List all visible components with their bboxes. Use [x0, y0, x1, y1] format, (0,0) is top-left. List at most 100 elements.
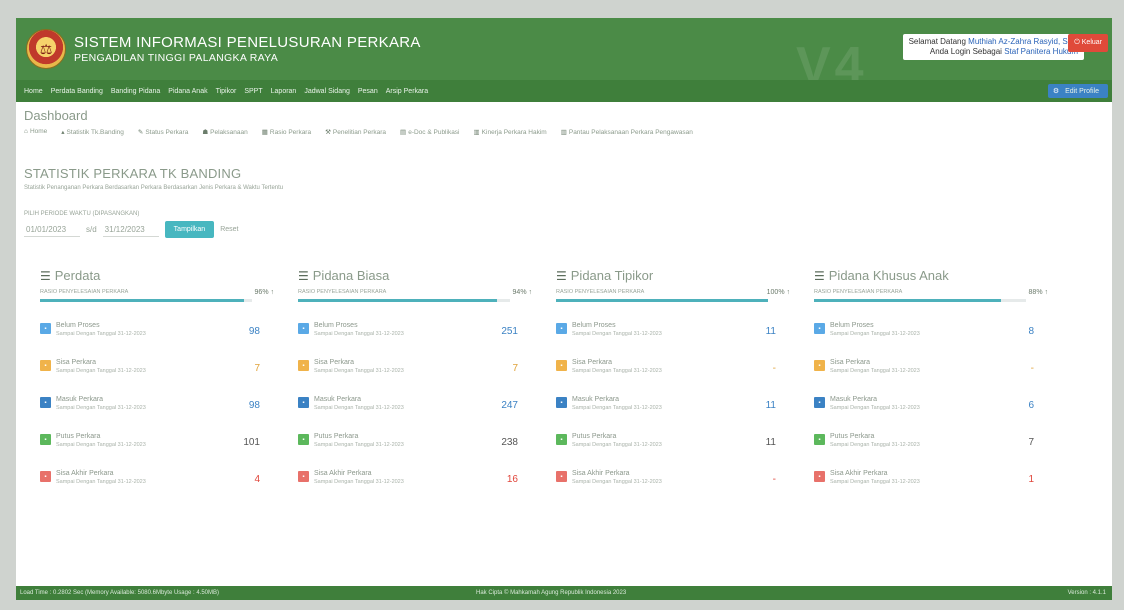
stat-value: 11 — [765, 400, 776, 411]
stat-item[interactable]: ▪ Belum Proses Sampai Dengan Tanggal 31-12… — [40, 322, 274, 359]
nav-item-pidana-anak[interactable]: Pidana Anak — [168, 88, 207, 95]
crumb-label: Pelaksanaan — [210, 129, 248, 136]
date-from-input[interactable]: 01/01/2023 — [24, 223, 80, 237]
date-to-input[interactable]: 31/12/2023 — [102, 223, 159, 237]
edit-profile-button[interactable]: ⚙ Edit Profile — [1047, 84, 1108, 98]
crumb-home[interactable]: ⌂ Home — [24, 128, 47, 136]
nav-item-arsip-perkara[interactable]: Arsip Perkara — [386, 88, 428, 95]
stat-item[interactable]: ▪ Sisa Perkara Sampai Dengan Tanggal 31-12… — [40, 359, 274, 396]
nav-item-home[interactable]: Home — [24, 88, 43, 95]
stat-item[interactable]: ▪ Sisa Akhir Perkara Sampai Dengan Tanggal… — [814, 470, 1048, 507]
stat-text: Putus Perkara Sampai Dengan Tanggal 31-12… — [830, 433, 920, 448]
stat-value: 16 — [506, 474, 518, 485]
stat-item[interactable]: ▪ Sisa Akhir Perkara Sampai Dengan Tanggal… — [298, 470, 532, 507]
stat-value: 101 — [243, 437, 260, 448]
stat-value: 98 — [248, 326, 260, 337]
user-name: Muthiah Az-Zahra Rasyid, S.H. — [968, 37, 1078, 46]
crumb-label: e-Doc & Publikasi — [408, 129, 460, 136]
logout-button[interactable]: ⏻ Keluar — [1068, 34, 1108, 52]
column-title-label: Perdata — [54, 268, 101, 283]
logout-label: Keluar — [1081, 39, 1102, 46]
rasio-percent-value: 100% — [766, 289, 785, 296]
nav-item-perdata-banding[interactable]: Perdata Banding — [51, 88, 103, 95]
stat-label: Sisa Perkara — [572, 359, 613, 366]
stat-item[interactable]: ▪ Masuk Perkara Sampai Dengan Tanggal 31-1… — [556, 396, 790, 433]
rasio-label: RASIO PENYELESAIAN PERKARA — [40, 289, 129, 295]
stat-sub: Sampai Dengan Tanggal 31-12-2023 — [830, 405, 920, 411]
stat-item[interactable]: ▪ Masuk Perkara Sampai Dengan Tanggal 31-1… — [814, 396, 1048, 433]
crumb-label: Status Perkara — [145, 129, 189, 136]
stat-item[interactable]: ▪ Sisa Akhir Perkara Sampai Dengan Tanggal… — [40, 470, 274, 507]
stat-label: Belum Proses — [56, 322, 100, 329]
nav-item-tipikor[interactable]: Tipikor — [216, 88, 237, 95]
stat-text: Masuk Perkara Sampai Dengan Tanggal 31-12… — [314, 396, 404, 411]
nav-item-pesan[interactable]: Pesan — [358, 88, 378, 95]
crumb-kinerja[interactable]: ▥ Kinerja Perkara Hakim — [474, 128, 547, 136]
stat-item[interactable]: ▪ Sisa Perkara Sampai Dengan Tanggal 31-12… — [814, 359, 1048, 396]
stat-marker-icon: ▪ — [40, 434, 51, 445]
crumb-label: Rasio Perkara — [269, 129, 312, 136]
stat-text: Sisa Perkara Sampai Dengan Tanggal 31-12-… — [830, 359, 920, 374]
version: Version : 4.1.1 — [1067, 590, 1106, 596]
stat-item[interactable]: ▪ Putus Perkara Sampai Dengan Tanggal 31-1… — [298, 433, 532, 470]
nav-item-jadwal-sidang[interactable]: Jadwal Sidang — [304, 88, 350, 95]
column-title: ☰ Pidana Tipikor — [556, 268, 790, 283]
stat-sub: Sampai Dengan Tanggal 31-12-2023 — [572, 442, 662, 448]
copyright: Hak Cipta © Mahkamah Agung Republik Indo… — [476, 590, 627, 596]
crumb-label: Penelitian Perkara — [332, 129, 387, 136]
stat-sub: Sampai Dengan Tanggal 31-12-2023 — [314, 479, 404, 485]
stat-value: 7 — [254, 363, 260, 374]
crumb-edoc[interactable]: ▤ e-Doc & Publikasi — [400, 128, 459, 136]
stat-text: Sisa Akhir Perkara Sampai Dengan Tanggal … — [314, 470, 404, 485]
stat-sub: Sampai Dengan Tanggal 31-12-2023 — [830, 368, 920, 374]
stat-sub: Sampai Dengan Tanggal 31-12-2023 — [56, 405, 146, 411]
stat-item[interactable]: ▪ Masuk Perkara Sampai Dengan Tanggal 31-1… — [298, 396, 532, 433]
stat-item[interactable]: ▪ Putus Perkara Sampai Dengan Tanggal 31-1… — [556, 433, 790, 470]
stat-item[interactable]: ▪ Masuk Perkara Sampai Dengan Tanggal 31-1… — [40, 396, 274, 433]
chart-icon: ▴ — [61, 129, 65, 136]
table-icon: ▦ — [261, 129, 268, 136]
crumb-label: Kinerja Perkara Hakim — [481, 129, 547, 136]
list-icon: ☰ — [814, 268, 825, 283]
stat-text: Sisa Perkara Sampai Dengan Tanggal 31-12-… — [314, 359, 404, 374]
stat-marker-icon: ▪ — [40, 360, 51, 371]
crumb-penelitian[interactable]: ⚒ Penelitian Perkara — [325, 128, 386, 136]
crumb-rasio[interactable]: ▦ Rasio Perkara — [262, 128, 311, 136]
rasio-label: RASIO PENYELESAIAN PERKARA — [814, 289, 903, 295]
nav-item-sppt[interactable]: SPPT — [244, 88, 262, 95]
stat-label: Putus Perkara — [56, 433, 101, 440]
stat-marker-icon: ▪ — [814, 434, 825, 445]
column-title: ☰ Perdata — [40, 268, 274, 283]
crumb-status[interactable]: ✎ Status Perkara — [138, 128, 188, 136]
stat-item[interactable]: ▪ Sisa Perkara Sampai Dengan Tanggal 31-12… — [298, 359, 532, 396]
stat-value: 11 — [765, 437, 776, 448]
stat-item[interactable]: ▪ Belum Proses Sampai Dengan Tanggal 31-12… — [556, 322, 790, 359]
document-icon: ▤ — [400, 129, 407, 136]
reset-link[interactable]: Reset — [220, 226, 238, 233]
crumb-pelaksanaan[interactable]: ☗ Pelaksanaan — [202, 128, 247, 136]
rasio-progress — [40, 299, 252, 302]
stat-sub: Sampai Dengan Tanggal 31-12-2023 — [572, 368, 662, 374]
stat-item[interactable]: ▪ Putus Perkara Sampai Dengan Tanggal 31-1… — [814, 433, 1048, 470]
stat-value: - — [1030, 363, 1034, 374]
stat-text: Sisa Perkara Sampai Dengan Tanggal 31-12-… — [572, 359, 662, 374]
stat-item[interactable]: ▪ Sisa Akhir Perkara Sampai Dengan Tanggal… — [556, 470, 790, 507]
page-title: Dashboard — [24, 108, 88, 123]
users-icon: ☗ — [202, 129, 209, 136]
rasio-row: RASIO PENYELESAIAN PERKARA 94% ↑ — [298, 289, 532, 296]
nav-item-banding-pidana[interactable]: Banding Pidana — [111, 88, 160, 95]
stat-sub: Sampai Dengan Tanggal 31-12-2023 — [56, 368, 146, 374]
list-icon: ☰ — [556, 268, 567, 283]
trend-icon: ↑ — [270, 289, 275, 296]
crumb-statistik[interactable]: ▴ Statistik Tk.Banding — [61, 128, 124, 136]
show-button[interactable]: Tampilkan — [164, 221, 215, 238]
stat-label: Masuk Perkara — [56, 396, 104, 403]
stat-marker-icon: ▪ — [556, 360, 567, 371]
stat-label: Belum Proses — [830, 322, 874, 329]
crumb-pantau[interactable]: ▥ Pantau Pelaksanaan Perkara Pengawasan — [561, 128, 693, 136]
stat-item[interactable]: ▪ Sisa Perkara Sampai Dengan Tanggal 31-12… — [556, 359, 790, 396]
nav-item-laporan[interactable]: Laporan — [271, 88, 297, 95]
stat-item[interactable]: ▪ Belum Proses Sampai Dengan Tanggal 31-12… — [298, 322, 532, 359]
stat-item[interactable]: ▪ Belum Proses Sampai Dengan Tanggal 31-12… — [814, 322, 1048, 359]
stat-item[interactable]: ▪ Putus Perkara Sampai Dengan Tanggal 31-1… — [40, 433, 274, 470]
